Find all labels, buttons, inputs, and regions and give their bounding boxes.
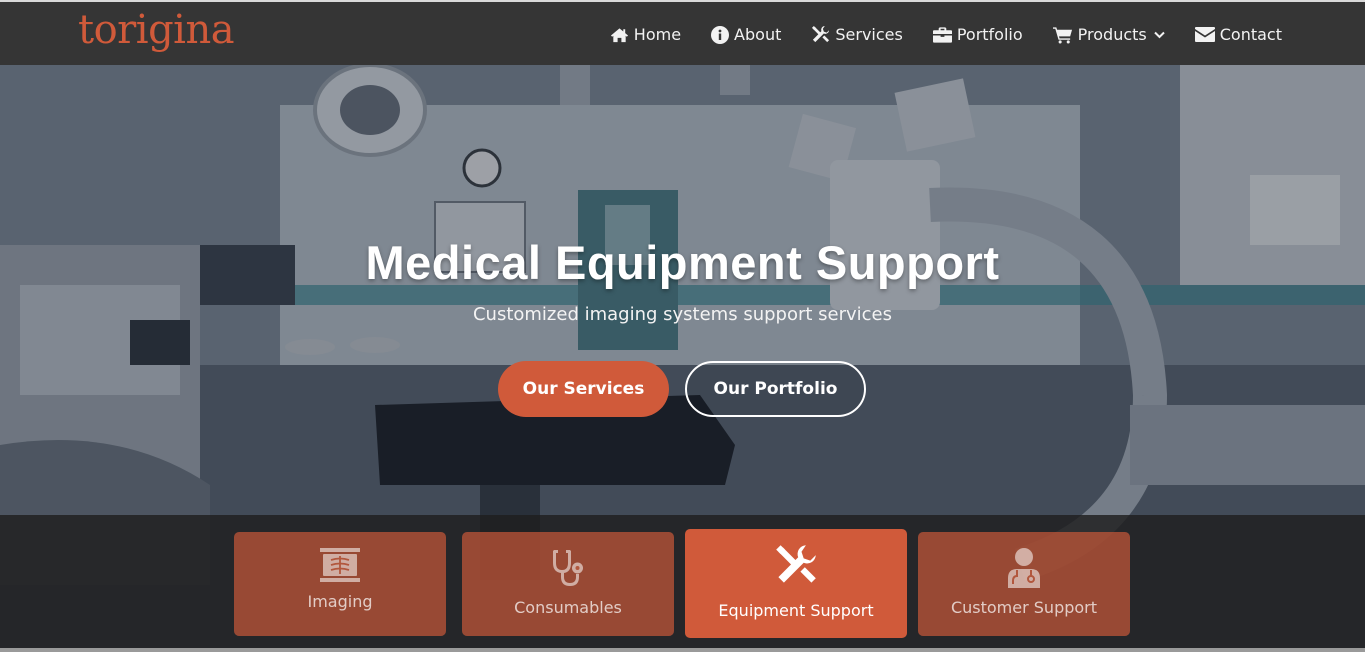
nav-contact-label: Contact [1219, 25, 1282, 44]
navbar: torigina Home About Services Portfolio P… [0, 0, 1365, 65]
service-card-label: Imaging [307, 592, 373, 611]
our-services-button[interactable]: Our Services [498, 361, 669, 417]
stethoscope-icon [553, 550, 583, 586]
nav-services[interactable]: Services [811, 25, 903, 44]
page-bottom-divider [0, 648, 1365, 652]
nav-products[interactable]: Products [1052, 25, 1165, 44]
nav-home[interactable]: Home [610, 25, 681, 44]
service-card-label: Consumables [514, 598, 622, 617]
home-icon [610, 27, 628, 42]
nav-about-label: About [734, 25, 782, 44]
our-portfolio-button[interactable]: Our Portfolio [685, 361, 866, 417]
nav-about[interactable]: About [711, 25, 781, 44]
tools-icon [812, 25, 830, 43]
service-card-consumables[interactable]: Consumables [462, 532, 674, 636]
service-card-customer-support[interactable]: Customer Support [918, 532, 1130, 636]
logo[interactable]: torigina [78, 6, 235, 54]
hero-title: Medical Equipment Support [365, 236, 1000, 289]
hero-subtitle: Customized imaging systems support servi… [472, 304, 893, 325]
main-nav: Home About Services Portfolio Products C… [610, 2, 1282, 67]
nav-portfolio-label: Portfolio [956, 25, 1023, 44]
tools-icon [776, 545, 816, 583]
nav-products-label: Products [1077, 25, 1147, 44]
nav-services-label: Services [835, 25, 903, 44]
envelope-icon [1194, 27, 1215, 42]
xray-icon [320, 548, 360, 582]
cart-icon [1052, 26, 1072, 43]
doctor-icon [1008, 548, 1040, 588]
chevron-down-icon [1154, 31, 1165, 38]
nav-contact[interactable]: Contact [1194, 25, 1282, 44]
nav-portfolio[interactable]: Portfolio [932, 25, 1023, 44]
service-card-equipment-support[interactable]: Equipment Support [685, 529, 907, 638]
service-card-label: Customer Support [950, 598, 1098, 617]
service-card-imaging[interactable]: Imaging [234, 532, 446, 636]
services-strip [0, 515, 1365, 652]
info-icon [711, 25, 730, 44]
briefcase-icon [932, 27, 952, 43]
nav-home-label: Home [633, 25, 682, 44]
service-card-label: Equipment Support [718, 601, 874, 620]
